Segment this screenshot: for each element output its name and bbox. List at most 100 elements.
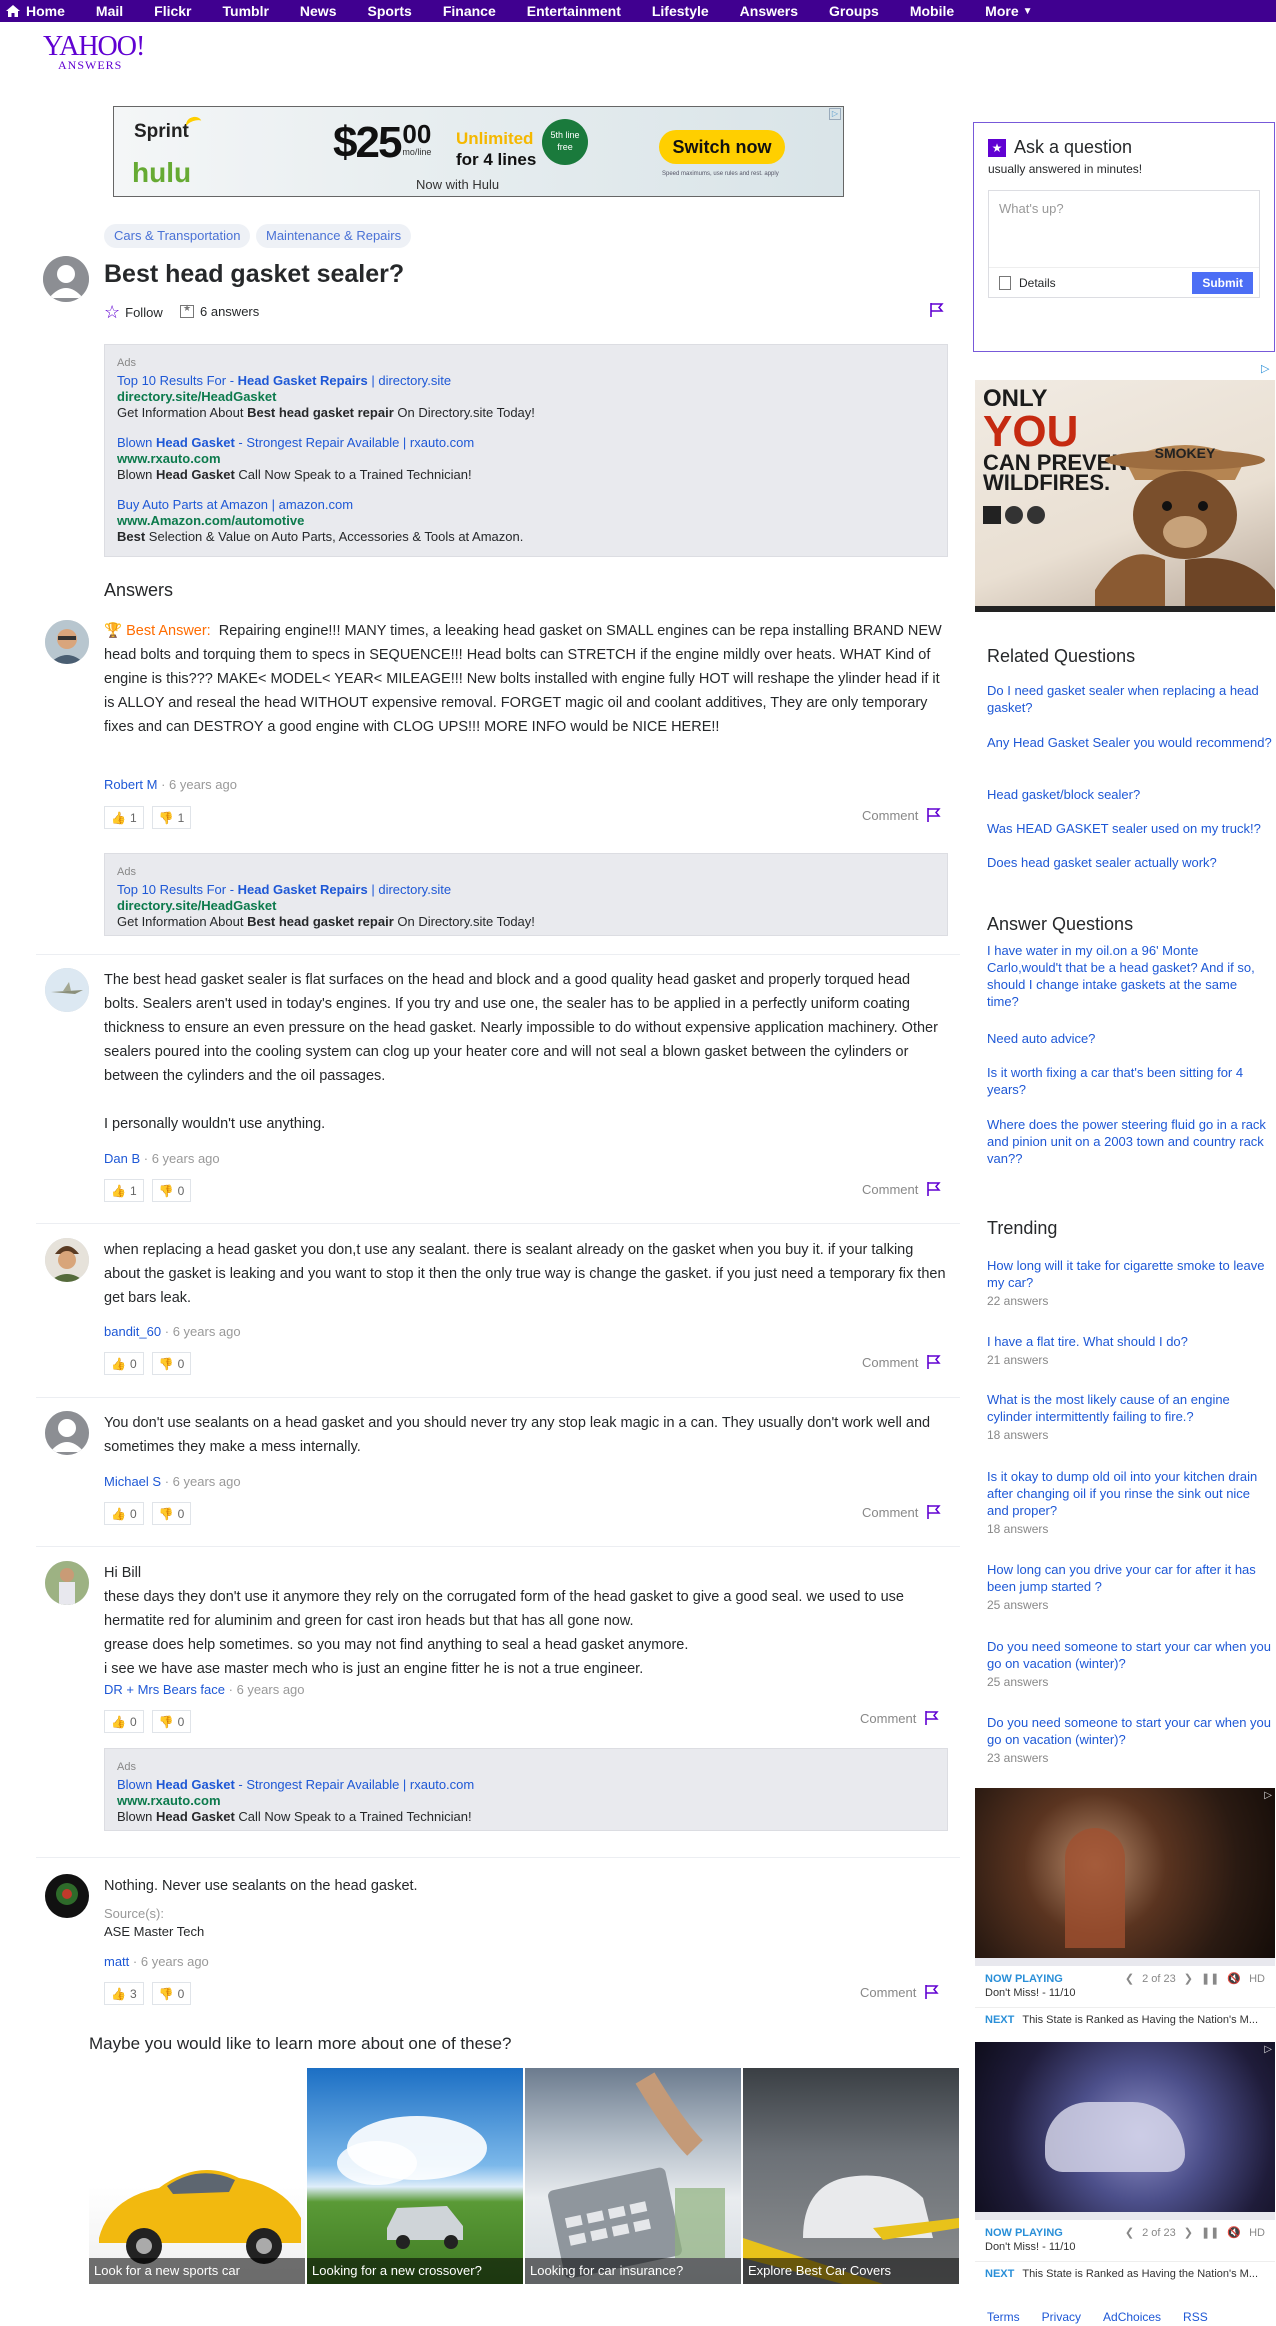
details-button[interactable]: Details [999, 275, 1056, 290]
comment-link[interactable]: Comment [860, 1711, 916, 1726]
next-video-link[interactable]: NEXT This State is Ranked as Having the … [975, 2007, 1275, 2032]
nav-mail[interactable]: Mail [96, 3, 123, 19]
trending-item[interactable]: Do you need someone to start your car wh… [987, 1638, 1272, 1691]
nav-sports[interactable]: Sports [367, 3, 411, 19]
comment-link[interactable]: Comment [862, 1182, 918, 1197]
mute-icon[interactable]: 🔇 [1227, 1972, 1241, 1985]
category-cars-transportation[interactable]: Cars & Transportation [104, 224, 251, 248]
thumbs-up-button[interactable]: 👍 1 [104, 1179, 144, 1202]
trending-item[interactable]: How long will it take for cigarette smok… [987, 1257, 1272, 1310]
ad-choices-icon[interactable]: ▷ [1264, 1790, 1272, 1801]
learn-tile-crossover[interactable]: Looking for a new crossover? [307, 2068, 523, 2284]
avatar[interactable] [45, 1874, 89, 1918]
nav-finance[interactable]: Finance [443, 3, 496, 19]
previous-icon[interactable]: ❮ [1125, 1972, 1134, 1985]
related-question-link[interactable]: Do I need gasket sealer when replacing a… [987, 682, 1272, 716]
nav-answers[interactable]: Answers [740, 3, 798, 19]
report-flag-icon[interactable] [926, 1354, 942, 1370]
related-question-link[interactable]: Any Head Gasket Sealer you would recomme… [987, 734, 1272, 751]
ad-item[interactable]: Top 10 Results For - Head Gasket Repairs… [117, 373, 935, 421]
next-arrow-icon[interactable]: ❯ [1184, 2226, 1193, 2239]
question-textarea[interactable]: What's up? Details Submit [988, 190, 1260, 298]
ad-choices-icon[interactable]: ▷ [829, 108, 841, 120]
comment-link[interactable]: Comment [860, 1985, 916, 2000]
footer-rss[interactable]: RSS [1183, 2310, 1208, 2324]
comment-link[interactable]: Comment [862, 808, 918, 823]
nav-mobile[interactable]: Mobile [910, 3, 954, 19]
trending-item[interactable]: Do you need someone to start your car wh… [987, 1714, 1272, 1767]
nav-lifestyle[interactable]: Lifestyle [652, 3, 709, 19]
report-flag-icon[interactable] [926, 1181, 942, 1197]
avatar[interactable] [45, 1411, 89, 1455]
video-thumbnail[interactable]: ▷ [975, 2042, 1275, 2212]
video-thumbnail[interactable]: ▷ [975, 1788, 1275, 1958]
ad-item[interactable]: Blown Head Gasket - Strongest Repair Ava… [117, 1777, 935, 1825]
report-flag-icon[interactable] [924, 1984, 940, 2000]
answer-question-link[interactable]: I have water in my oil.on a 96' Monte Ca… [987, 942, 1272, 1010]
related-question-link[interactable]: Was HEAD GASKET sealer used on my truck!… [987, 820, 1272, 837]
answer-author-link[interactable]: Robert M [104, 777, 157, 792]
thumbs-down-button[interactable]: 👎 1 [151, 806, 192, 829]
nav-more[interactable]: More ▼ [985, 3, 1032, 19]
yahoo-answers-logo[interactable]: YAHOO! ANSWERS [43, 33, 145, 72]
thumbs-down-button[interactable]: 👎 0 [151, 1710, 192, 1733]
nav-entertainment[interactable]: Entertainment [527, 3, 621, 19]
answer-author-link[interactable]: matt [104, 1954, 129, 1969]
hd-toggle[interactable]: HD [1249, 2227, 1265, 2239]
avatar[interactable] [45, 1238, 89, 1282]
thumbs-up-button[interactable]: 👍 3 [104, 1982, 144, 2005]
report-flag-icon[interactable] [926, 1504, 942, 1520]
thumbs-up-button[interactable]: 👍 0 [104, 1352, 144, 1375]
sprint-banner-ad[interactable]: ▷ Sprint hulu $25 00 mo/line Unlimited f… [113, 106, 844, 197]
answer-author-link[interactable]: bandit_60 [104, 1324, 161, 1339]
footer-privacy[interactable]: Privacy [1042, 2310, 1081, 2324]
hd-toggle[interactable]: HD [1249, 1973, 1265, 1985]
switch-now-button[interactable]: Switch now [659, 130, 785, 164]
nav-home[interactable]: Home [6, 3, 65, 19]
comment-link[interactable]: Comment [862, 1505, 918, 1520]
trending-item[interactable]: How long can you drive your car for afte… [987, 1561, 1272, 1614]
report-flag-icon[interactable] [924, 1710, 940, 1726]
next-arrow-icon[interactable]: ❯ [1184, 1972, 1193, 1985]
answer-author-link[interactable]: Dan B [104, 1151, 140, 1166]
nav-flickr[interactable]: Flickr [154, 3, 191, 19]
pause-icon[interactable]: ❚❚ [1201, 1972, 1219, 1985]
answer-question-link[interactable]: Where does the power steering fluid go i… [987, 1116, 1272, 1167]
avatar[interactable] [45, 968, 89, 1012]
learn-tile-sports-car[interactable]: Look for a new sports car [89, 2068, 305, 2284]
footer-adchoices[interactable]: AdChoices [1103, 2310, 1161, 2324]
answer-author-link[interactable]: Michael S [104, 1474, 161, 1489]
next-video-link[interactable]: NEXT This State is Ranked as Having the … [975, 2261, 1275, 2286]
answer-question-link[interactable]: Is it worth fixing a car that's been sit… [987, 1064, 1272, 1098]
footer-terms[interactable]: Terms [987, 2310, 1020, 2324]
ad-item[interactable]: Buy Auto Parts at Amazon | amazon.com ww… [117, 497, 935, 545]
previous-icon[interactable]: ❮ [1125, 2226, 1134, 2239]
follow-button[interactable]: ☆ Follow [104, 302, 163, 323]
thumbs-down-button[interactable]: 👎 0 [151, 1982, 192, 2005]
nav-tumblr[interactable]: Tumblr [223, 3, 269, 19]
thumbs-down-button[interactable]: 👎 0 [151, 1502, 192, 1525]
nav-groups[interactable]: Groups [829, 3, 879, 19]
related-question-link[interactable]: Does head gasket sealer actually work? [987, 854, 1272, 871]
avatar[interactable] [45, 620, 89, 664]
avatar[interactable] [45, 1561, 89, 1605]
report-flag-icon[interactable] [929, 302, 945, 318]
learn-tile-insurance[interactable]: Looking for car insurance? [525, 2068, 741, 2284]
mute-icon[interactable]: 🔇 [1227, 2226, 1241, 2239]
answer-question-link[interactable]: Need auto advice? [987, 1030, 1272, 1047]
submit-button[interactable]: Submit [1192, 271, 1253, 294]
learn-tile-car-covers[interactable]: Explore Best Car Covers [743, 2068, 959, 2284]
related-question-link[interactable]: Head gasket/block sealer? [987, 786, 1272, 803]
report-flag-icon[interactable] [926, 807, 942, 823]
asker-avatar[interactable] [43, 256, 89, 302]
thumbs-up-button[interactable]: 👍 0 [104, 1710, 144, 1733]
smokey-bear-ad[interactable]: ONLY YOU CAN PREVENT WILDFIRES. SMOKEY [975, 380, 1275, 612]
category-maintenance-repairs[interactable]: Maintenance & Repairs [256, 224, 412, 248]
comment-link[interactable]: Comment [862, 1355, 918, 1370]
thumbs-up-button[interactable]: 👍 0 [104, 1502, 144, 1525]
thumbs-down-button[interactable]: 👎 0 [151, 1352, 192, 1375]
nav-news[interactable]: News [300, 3, 337, 19]
answer-author-link[interactable]: DR + Mrs Bears face [104, 1682, 225, 1697]
ad-item[interactable]: Top 10 Results For - Head Gasket Repairs… [117, 882, 935, 930]
ad-choices-icon[interactable]: ▷ [1261, 362, 1269, 375]
